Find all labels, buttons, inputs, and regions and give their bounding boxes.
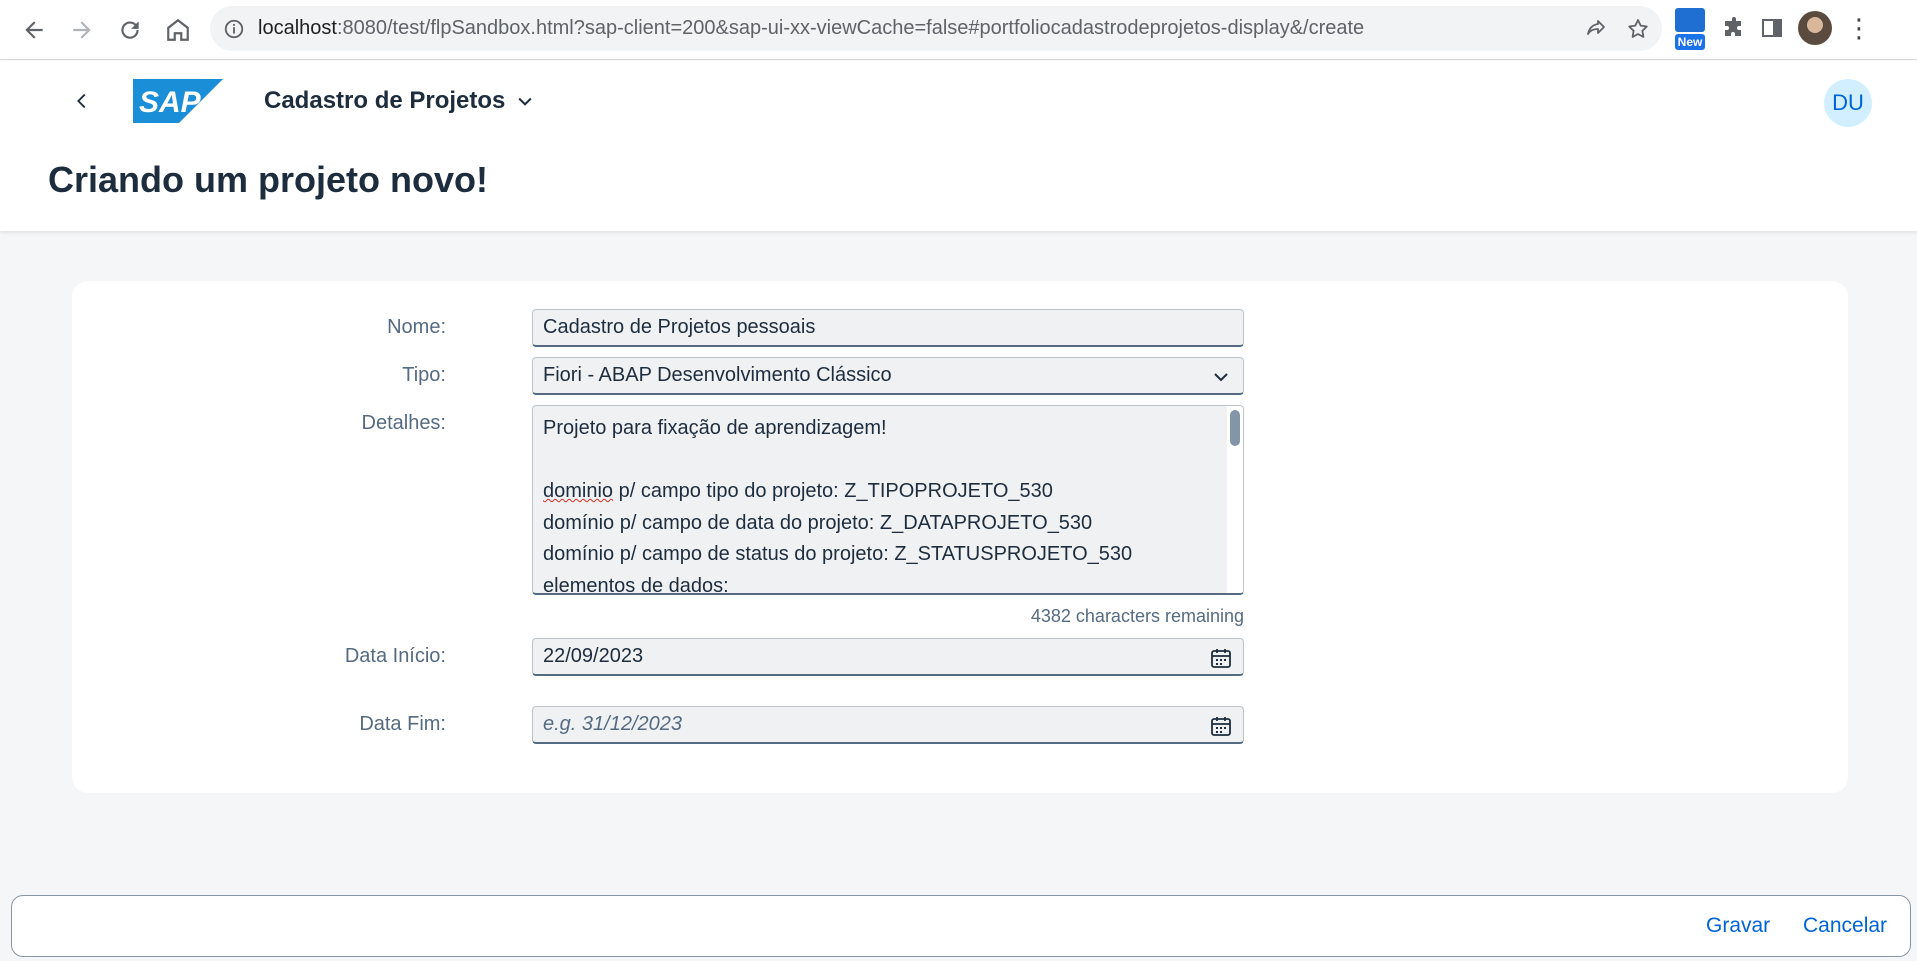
- calendar-icon[interactable]: [1209, 646, 1233, 670]
- detalhes-line-rest: p/ campo tipo do projeto: Z_TIPOPROJETO_…: [613, 480, 1053, 502]
- arrow-right-icon: [73, 21, 91, 39]
- svg-text:SAP: SAP: [139, 86, 202, 119]
- browser-forward-button[interactable]: [58, 6, 106, 54]
- form-card: Nome: Cadastro de Projetos pessoais Tipo…: [72, 281, 1848, 793]
- extension-new-icon[interactable]: New: [1672, 8, 1708, 50]
- nome-input[interactable]: Cadastro de Projetos pessoais: [532, 309, 1244, 347]
- data-inicio-value: 22/09/2023: [543, 645, 644, 667]
- calendar-icon[interactable]: [1209, 714, 1233, 738]
- tipo-label: Tipo:: [402, 364, 446, 386]
- data-fim-datepicker[interactable]: e.g. 31/12/2023: [532, 706, 1244, 744]
- detalhes-line: domínio p/ campo de data do projeto: Z_D…: [543, 511, 1093, 534]
- bookmark-star-icon[interactable]: [1626, 17, 1650, 41]
- browser-menu-icon[interactable]: ⋮: [1846, 15, 1872, 41]
- shell-header: SAP Cadastro de Projetos DU Criando um p…: [0, 61, 1917, 231]
- share-icon[interactable]: [1584, 17, 1608, 41]
- cancel-button[interactable]: Cancelar: [1803, 914, 1887, 938]
- detalhes-label: Detalhes:: [361, 412, 447, 434]
- browser-reload-button[interactable]: [106, 6, 154, 54]
- save-button[interactable]: Gravar: [1706, 914, 1770, 938]
- chevron-left-icon: [77, 93, 86, 109]
- url-text: localhost:8080/test/flpSandbox.html?sap-…: [258, 17, 1365, 39]
- detalhes-line: dominio p/ campo tipo do projeto: Z_TIPO…: [543, 476, 1233, 508]
- nome-value: Cadastro de Projetos pessoais: [543, 316, 816, 338]
- profile-avatar[interactable]: [1798, 11, 1832, 45]
- user-avatar[interactable]: DU: [1824, 79, 1872, 127]
- misspelled-word: dominio: [543, 480, 614, 502]
- browser-toolbar: localhost:8080/test/flpSandbox.html?sap-…: [0, 0, 1917, 60]
- extension-new-badge: New: [1674, 34, 1706, 50]
- reload-icon: [121, 21, 139, 39]
- side-panel-icon[interactable]: [1760, 16, 1784, 40]
- chevron-down-icon[interactable]: [1209, 365, 1233, 389]
- detalhes-line: [543, 445, 1233, 477]
- footer-toolbar: Gravar Cancelar: [11, 895, 1911, 957]
- character-counter: 4382 characters remaining: [1030, 606, 1244, 626]
- data-fim-placeholder: e.g. 31/12/2023: [543, 713, 683, 735]
- detalhes-line: domínio p/ campo de status do projeto: Z…: [543, 543, 1133, 565]
- data-inicio-label: Data Início:: [344, 645, 446, 667]
- browser-home-button[interactable]: [154, 6, 202, 54]
- app-title-menu[interactable]: Cadastro de Projetos: [264, 87, 535, 115]
- nome-label: Nome:: [387, 316, 446, 338]
- puzzle-extensions-icon[interactable]: [1722, 16, 1746, 40]
- arrow-left-icon: [25, 21, 43, 39]
- textarea-scrollbar[interactable]: [1227, 406, 1243, 593]
- tipo-value: Fiori - ABAP Desenvolvimento Clássico: [543, 364, 892, 386]
- app-title: Cadastro de Projetos: [264, 87, 506, 114]
- site-info-icon[interactable]: [210, 18, 258, 40]
- address-bar[interactable]: localhost:8080/test/flpSandbox.html?sap-…: [210, 6, 1662, 51]
- detalhes-textarea[interactable]: Projeto para fixação de aprendizagem! do…: [532, 405, 1244, 595]
- detalhes-line: Projeto para fixação de aprendizagem!: [543, 417, 887, 439]
- data-fim-label: Data Fim:: [359, 713, 446, 735]
- shell-back-button[interactable]: [66, 85, 98, 117]
- browser-back-button[interactable]: [10, 6, 58, 54]
- home-icon: [167, 18, 189, 41]
- scrollbar-thumb[interactable]: [1230, 410, 1240, 446]
- tipo-select[interactable]: Fiori - ABAP Desenvolvimento Clássico: [532, 357, 1244, 395]
- chevron-down-icon: [518, 97, 532, 106]
- detalhes-line: elementos de dados:: [543, 574, 729, 595]
- data-inicio-datepicker[interactable]: 22/09/2023: [532, 638, 1244, 676]
- sap-logo[interactable]: SAP: [133, 79, 223, 123]
- page-title: Criando um projeto novo!: [48, 159, 488, 200]
